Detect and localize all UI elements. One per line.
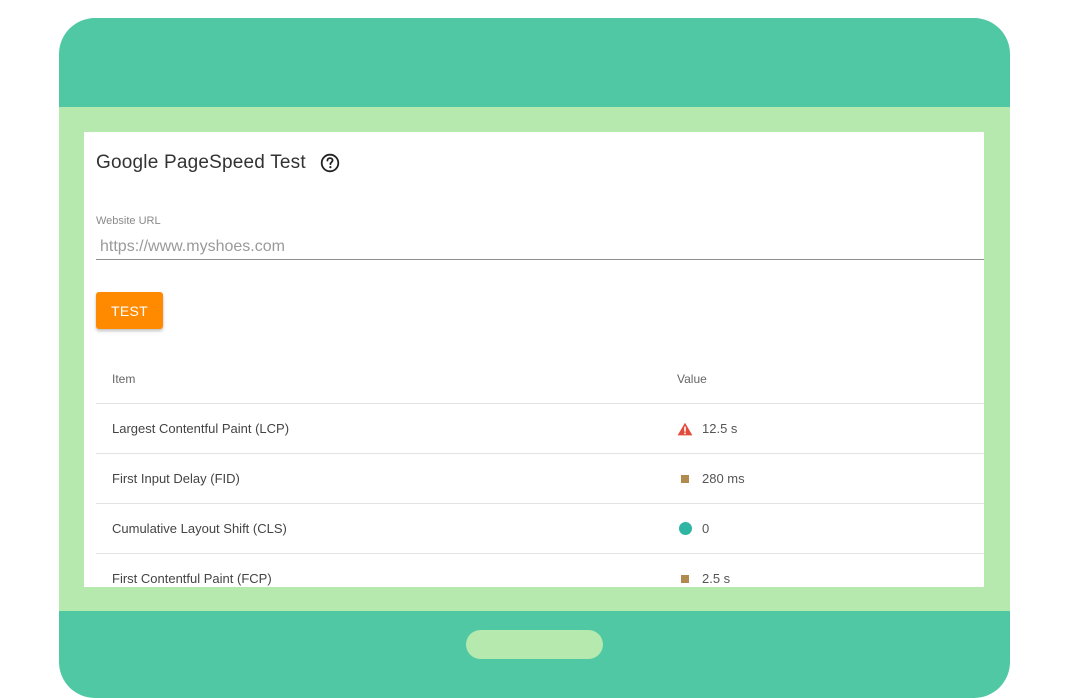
row-item-label: Largest Contentful Paint (LCP)	[112, 421, 290, 436]
page-title: Google PageSpeed Test	[96, 152, 306, 173]
app-screen: Google PageSpeed Test Website URL TEST I…	[84, 132, 984, 587]
url-input[interactable]	[96, 234, 984, 260]
question-circle-icon[interactable]	[320, 153, 340, 173]
table-header-row: Item Value	[96, 354, 984, 404]
column-header-value: Value	[677, 371, 707, 386]
row-item-label: First Contentful Paint (FCP)	[112, 571, 272, 586]
row-value-cell: 0	[677, 521, 709, 536]
circle-icon	[677, 522, 693, 536]
home-button[interactable]	[466, 630, 603, 659]
table-row: First Input Delay (FID) 280 ms	[96, 454, 984, 504]
test-button[interactable]: TEST	[96, 292, 163, 329]
title-row: Google PageSpeed Test	[96, 152, 340, 174]
screen-frame: Google PageSpeed Test Website URL TEST I…	[59, 107, 1010, 611]
table-row: First Contentful Paint (FCP) 2.5 s	[96, 554, 984, 587]
warning-triangle-icon	[677, 422, 693, 436]
row-value: 280 ms	[702, 471, 745, 486]
row-value: 12.5 s	[702, 421, 738, 436]
square-icon	[677, 572, 693, 586]
row-value: 0	[702, 521, 710, 536]
row-value-cell: 12.5 s	[677, 421, 737, 436]
row-value: 2.5 s	[702, 571, 731, 586]
results-table: Item Value Largest Contentful Paint (LCP…	[96, 354, 984, 587]
square-icon	[677, 472, 693, 486]
table-row: Cumulative Layout Shift (CLS) 0	[96, 504, 984, 554]
table-row: Largest Contentful Paint (LCP) 12.5 s	[96, 404, 984, 454]
row-value-cell: 2.5 s	[677, 571, 730, 586]
url-field-label: Website URL	[96, 215, 161, 227]
row-value-cell: 280 ms	[677, 471, 745, 486]
column-header-item: Item	[112, 371, 136, 386]
tablet-device: Google PageSpeed Test Website URL TEST I…	[59, 18, 1010, 698]
row-item-label: First Input Delay (FID)	[112, 471, 240, 486]
row-item-label: Cumulative Layout Shift (CLS)	[112, 521, 287, 536]
